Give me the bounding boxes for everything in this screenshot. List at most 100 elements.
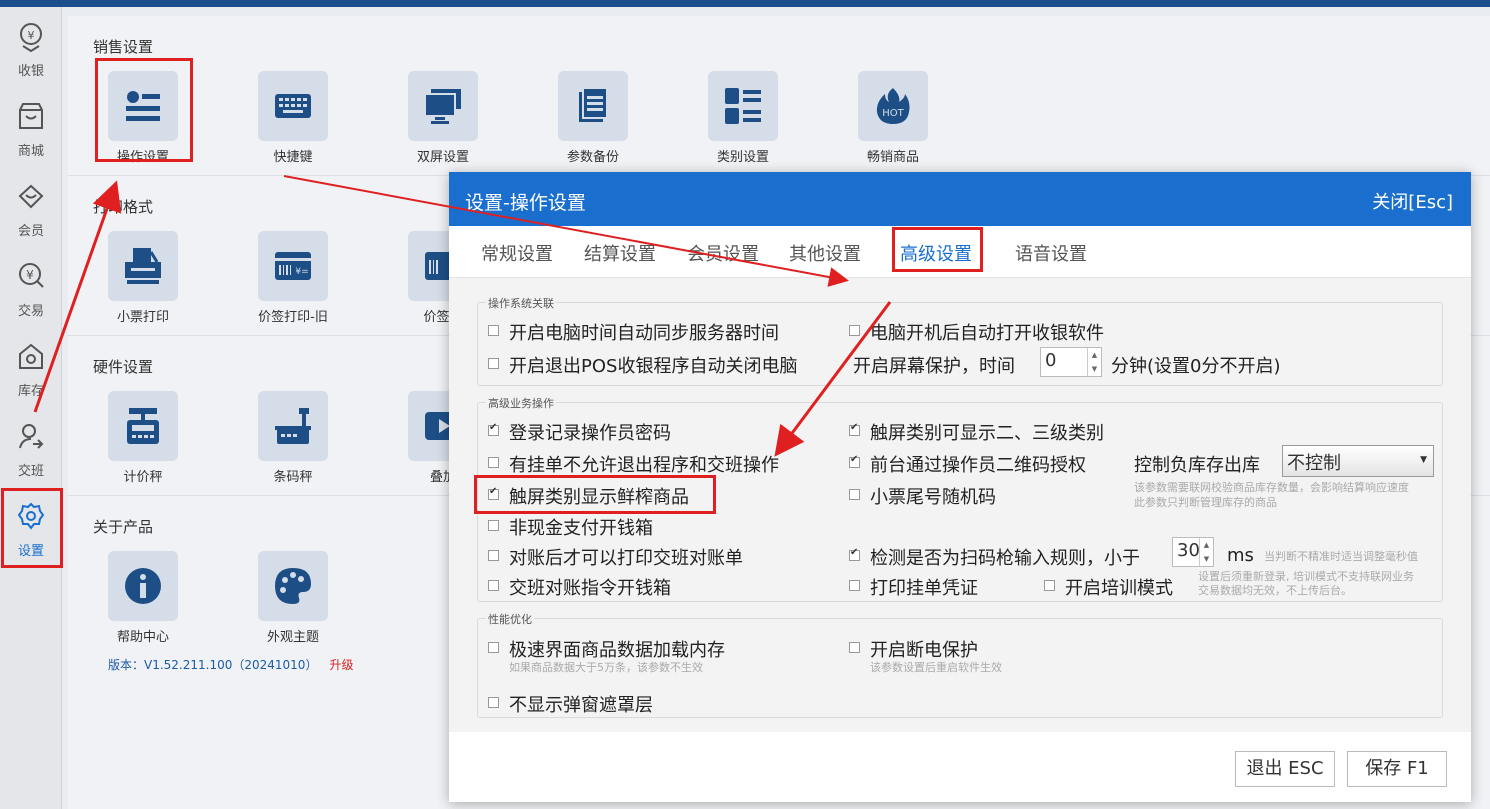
tile-label: 小票打印 (116, 310, 169, 325)
checkbox[interactable] (849, 325, 860, 336)
checkbox[interactable] (488, 550, 499, 561)
printer-icon (125, 248, 161, 284)
power-protect-hint: 该参数设置后重启软件生效 (870, 661, 1002, 674)
checkbox[interactable] (849, 454, 860, 468)
tile-price-tag-old[interactable]: ¥= 价签打印-旧 (218, 231, 368, 351)
option-label: 前台通过操作员二维码授权 (870, 455, 1086, 476)
tile-appearance-theme[interactable]: 外观主题 (218, 551, 368, 671)
yen-icon: ¥ (19, 263, 44, 288)
exit-button[interactable]: 退出 ESC (1235, 751, 1335, 787)
sidebar-item-label: 商城 (17, 144, 44, 159)
sidebar-item-cashier[interactable]: ¥ 收银 (0, 12, 62, 82)
checkbox[interactable] (488, 642, 499, 653)
group-legend: 操作系统关联 (486, 295, 556, 311)
tile-receipt-print[interactable]: 小票打印 (68, 231, 218, 351)
dialog-header: 设置-操作设置 关闭[Esc] (449, 172, 1471, 226)
scan-ms-unit: ms (1227, 545, 1254, 566)
screensaver-suffix: 分钟(设置0分不开启) (1111, 356, 1281, 377)
option-label: 触屏类别可显示二、三级类别 (870, 423, 1104, 444)
option-label: 开启电脑时间自动同步服务器时间 (509, 323, 779, 344)
checkbox[interactable] (849, 642, 860, 653)
screensaver-label: 开启屏幕保护，时间 (853, 356, 1015, 377)
tile-icon-box (408, 71, 478, 141)
tile-icon-box (108, 391, 178, 461)
checkbox[interactable] (488, 580, 499, 591)
spinner-icon[interactable]: ▲ ▼ (1087, 348, 1101, 376)
top-bar (0, 0, 1490, 7)
group-os: 操作系统关联 开启电脑时间自动同步服务器时间 电脑开机后自动打开收银软件 开启退… (477, 295, 1443, 386)
sidebar-item-label: 交易 (17, 304, 44, 319)
sidebar-item-inventory[interactable]: 库存 (0, 332, 62, 402)
tile-icon-box (558, 71, 628, 141)
checkbox[interactable] (488, 358, 499, 369)
tile-shortcut-keys[interactable]: 快捷键 (218, 71, 368, 191)
tile-label: 计价秤 (123, 470, 163, 485)
checkbox[interactable] (488, 457, 499, 468)
training-hint-2: 交易数据均无效，不上传后台。 (1198, 584, 1352, 597)
tab-member[interactable]: 会员设置 (687, 240, 759, 266)
sidebar-item-member[interactable]: 会员 (0, 172, 62, 242)
tile-icon-box (258, 551, 328, 621)
tile-icon-box (108, 551, 178, 621)
screensaver-value: 0 (1045, 350, 1057, 371)
checkbox[interactable] (849, 547, 860, 561)
sidebar-item-label: 交班 (17, 464, 44, 479)
spinner-icon[interactable]: ▲ ▼ (1199, 538, 1213, 566)
select-value: 不控制 (1287, 453, 1341, 474)
sidebar-item-store[interactable]: 商城 (0, 92, 62, 162)
tile-barcode-scale[interactable]: 条码秤 (218, 391, 368, 511)
checkbox[interactable] (849, 489, 860, 500)
screensaver-minutes-input[interactable]: 0 ▲ ▼ (1040, 347, 1102, 377)
category-list-icon (725, 88, 761, 124)
tile-price-scale[interactable]: 计价秤 (68, 391, 218, 511)
version-info: 版本：V1.52.211.100（20241010） 升级 (108, 656, 353, 673)
annotation-box-settings (1, 488, 63, 568)
svg-text:¥=: ¥= (295, 267, 308, 277)
tile-help-center[interactable]: 帮助中心 (68, 551, 218, 671)
sidebar-item-trade[interactable]: ¥ 交易 (0, 252, 62, 322)
dialog-close-button[interactable]: 关闭[Esc] (1372, 188, 1453, 214)
tile-icon-box (108, 231, 178, 301)
option-label: 极速界面商品数据加载内存 (509, 640, 725, 661)
section-sales: 销售设置 操作设置 快捷键 双屏设置 参数备份 类别设置 HOT 畅销商品 (68, 16, 1490, 176)
tab-checkout[interactable]: 结算设置 (584, 240, 656, 266)
document-icon (579, 87, 608, 122)
option-label: 打印挂单凭证 (870, 578, 978, 599)
option-label: 登录记录操作员密码 (509, 423, 671, 444)
tab-general[interactable]: 常规设置 (481, 240, 553, 266)
tile-label: 帮助中心 (116, 630, 169, 645)
checkbox[interactable] (488, 520, 499, 531)
tile-icon-box: ¥= (258, 231, 328, 301)
tile-label: 畅销商品 (866, 150, 919, 165)
tab-voice[interactable]: 语音设置 (1015, 240, 1087, 266)
info-icon (125, 568, 161, 604)
tile-icon-box (258, 71, 328, 141)
checkbox[interactable] (849, 422, 860, 436)
option-label: 有挂单不允许退出程序和交班操作 (509, 455, 779, 476)
inventory-icon (19, 343, 43, 369)
checkbox[interactable] (488, 422, 499, 436)
upgrade-link[interactable]: 升级 (329, 658, 353, 672)
svg-text:¥: ¥ (28, 29, 35, 42)
training-hint-1: 设置后须重新登录, 培训模式不支持联网业务 (1198, 570, 1414, 583)
save-button[interactable]: 保存 F1 (1347, 751, 1447, 787)
dialog-title: 设置-操作设置 (465, 192, 586, 214)
chevron-down-icon: ▼ (1420, 455, 1427, 465)
checkbox[interactable] (488, 325, 499, 336)
section-title: 关于产品 (93, 518, 154, 536)
tile-label: 条码秤 (273, 470, 313, 485)
scan-ms-hint: 当判断不精准时适当调整毫秒值 (1264, 550, 1418, 563)
negative-stock-label: 控制负库存出库 (1134, 455, 1260, 476)
option-label: 开启退出POS收银程序自动关闭电脑 (509, 356, 798, 377)
scan-ms-input[interactable]: 30 ▲ ▼ (1172, 537, 1214, 567)
checkbox[interactable] (849, 580, 860, 591)
checkbox[interactable] (1044, 580, 1055, 591)
negative-stock-select[interactable]: 不控制 ▼ (1282, 445, 1434, 477)
sidebar-item-shift[interactable]: 交班 (0, 412, 62, 482)
annotation-box-advanced-tab (892, 227, 983, 272)
tab-other[interactable]: 其他设置 (789, 240, 861, 266)
checkbox[interactable] (488, 697, 499, 708)
group-performance: 性能优化 极速界面商品数据加载内存 如果商品数据大于5万条，该参数不生效 开启断… (477, 611, 1443, 718)
option-label: 开启培训模式 (1065, 578, 1173, 599)
store-icon (19, 103, 43, 129)
